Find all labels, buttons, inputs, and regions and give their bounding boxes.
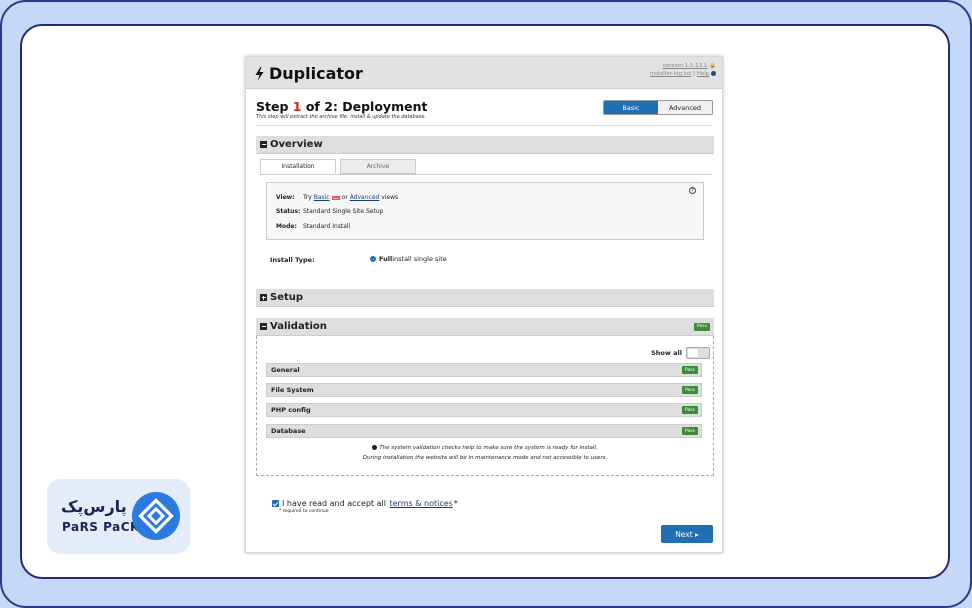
tab-archive[interactable]: Archive: [340, 159, 416, 174]
installer-window: Duplicator version:1.5.13.1 🔒 installer-…: [245, 56, 723, 553]
advanced-mode-button[interactable]: Advanced: [658, 101, 712, 114]
overview-section-header[interactable]: Overview: [256, 136, 714, 154]
logo-text-en: PaRS PaCK: [62, 520, 140, 534]
show-all-toggle[interactable]: [686, 347, 710, 359]
maintenance-note: During installation the website will be …: [362, 455, 608, 461]
overview-tabs: Installation Archive: [260, 159, 420, 174]
new-badge: new: [331, 195, 340, 200]
expand-icon: [260, 294, 267, 301]
help-link[interactable]: Help: [697, 71, 710, 77]
brand-title: Duplicator: [254, 64, 363, 83]
validation-note: The system validation checks help to mak…: [256, 445, 714, 451]
divider: [256, 125, 712, 126]
install-type-option[interactable]: Full install single site: [370, 255, 447, 263]
status-badge: Pass: [682, 427, 698, 435]
version-link[interactable]: version:1.5.13.1: [663, 63, 708, 69]
collapse-icon: [260, 141, 267, 148]
validation-row-general[interactable]: General Pass: [266, 363, 702, 377]
status-badge: Pass: [682, 366, 698, 374]
install-type-label: Install Type:: [270, 256, 315, 264]
installer-log-link[interactable]: installer-log.txt: [650, 71, 691, 77]
tab-installation[interactable]: Installation: [260, 159, 336, 174]
info-row-mode: Mode: Standard Install: [276, 223, 351, 230]
question-icon[interactable]: ?: [689, 187, 696, 194]
info-row-view: View: Try Basic new or Advanced views: [276, 194, 399, 201]
terms-link[interactable]: terms & notices: [390, 499, 453, 508]
full-install-radio[interactable]: [370, 256, 376, 262]
view-mode-toggle: Basic Advanced: [603, 100, 713, 115]
required-note: * required to continue: [279, 509, 329, 514]
parspack-logo: پارس‌پک PaRS PaCK: [47, 479, 190, 554]
step-title: Step 1 of 2: Deployment: [256, 99, 428, 114]
tab-underline: [260, 174, 712, 175]
collapse-icon: [260, 323, 267, 330]
validation-row-file-system[interactable]: File System Pass: [266, 383, 702, 397]
step-subtitle: This step will extract the archive file,…: [256, 114, 427, 120]
validation-row-php-config[interactable]: PHP config Pass: [266, 403, 702, 417]
setup-section-header[interactable]: Setup: [256, 289, 714, 307]
validation-section-header[interactable]: Validation Pass: [256, 318, 714, 336]
status-badge: Pass: [682, 406, 698, 414]
logo-text-fa: پارس‌پک: [61, 497, 127, 516]
validation-status-badge: Pass: [694, 322, 710, 331]
header-links: version:1.5.13.1 🔒 installer-log.txt | H…: [649, 63, 716, 77]
installer-header: Duplicator version:1.5.13.1 🔒 installer-…: [246, 57, 722, 89]
status-badge: Pass: [682, 386, 698, 394]
lock-icon: 🔒: [709, 63, 716, 69]
advanced-view-link[interactable]: Advanced: [350, 194, 380, 201]
basic-mode-button[interactable]: Basic: [604, 101, 658, 114]
info-row-status: Status: Standard Single Site Setup: [276, 208, 384, 215]
show-all-control: Show all: [651, 347, 710, 359]
brand-name: Duplicator: [269, 64, 363, 83]
overview-info-box: ? View: Try Basic new or Advanced views …: [266, 182, 704, 240]
validation-row-database[interactable]: Database Pass: [266, 424, 702, 438]
basic-view-link[interactable]: Basic: [314, 194, 330, 201]
accept-terms: I have read and accept all terms & notic…: [272, 499, 458, 508]
info-icon: [372, 445, 378, 450]
help-icon[interactable]: [711, 71, 716, 76]
next-button[interactable]: Next ▸: [661, 525, 713, 543]
accept-terms-checkbox[interactable]: [272, 500, 279, 507]
parspack-diamond-icon: [132, 492, 180, 540]
bolt-icon: [255, 66, 264, 81]
